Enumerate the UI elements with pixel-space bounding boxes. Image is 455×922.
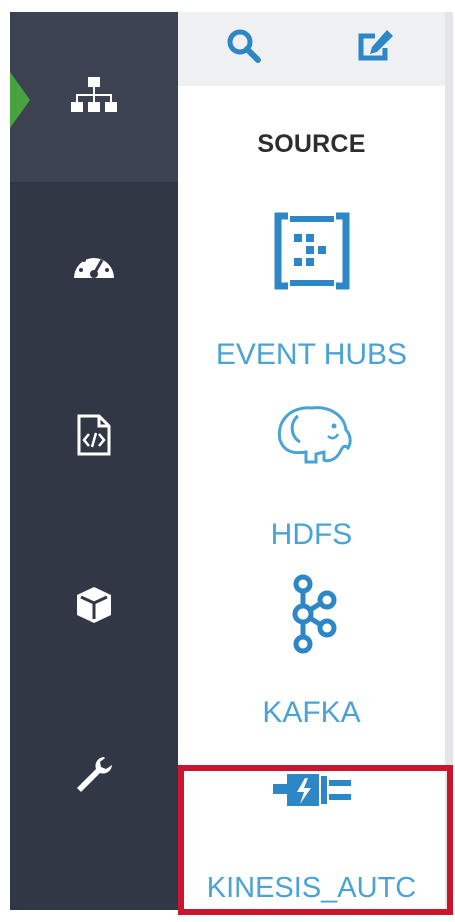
search-icon — [226, 28, 262, 69]
hadoop-elephant-icon — [178, 400, 445, 470]
source-item-event-hubs[interactable]: EVENT HUBS — [178, 202, 445, 372]
source-label: KAFKA — [262, 696, 361, 729]
source-label: EVENT HUBS — [215, 338, 408, 371]
source-label: HDFS — [270, 518, 353, 551]
nav-item-settings[interactable] — [10, 692, 178, 862]
nav-item-code[interactable] — [10, 352, 178, 522]
panel-scrollbar[interactable] — [445, 12, 453, 910]
nav-item-topology[interactable] — [10, 12, 178, 182]
sitemap-icon — [71, 75, 117, 120]
plug-icon — [178, 770, 445, 812]
source-panel: SOURCE EVENT HUBS HDFS KAFKA KINESIS_AUT… — [178, 12, 445, 910]
app-window: SOURCE EVENT HUBS HDFS KAFKA KINESIS_AUT… — [0, 0, 455, 922]
panel-toolbar — [178, 12, 445, 86]
panel-title: SOURCE — [257, 130, 366, 158]
search-button[interactable] — [222, 26, 266, 70]
code-file-icon — [77, 414, 111, 461]
active-item-marker — [10, 72, 30, 128]
kafka-icon — [178, 574, 445, 654]
source-item-hdfs[interactable]: HDFS — [178, 392, 445, 562]
cube-icon — [74, 585, 114, 630]
event-hubs-icon — [178, 212, 445, 290]
wrench-icon — [74, 755, 114, 800]
source-item-kinesis[interactable]: KINESIS_AUTC — [178, 770, 445, 910]
source-item-kafka[interactable]: KAFKA — [178, 570, 445, 740]
nav-item-dashboard[interactable] — [10, 182, 178, 352]
edit-icon — [357, 28, 395, 69]
left-nav-rail — [10, 12, 178, 910]
source-label: KINESIS_AUTC — [206, 872, 417, 904]
edit-button[interactable] — [354, 26, 398, 70]
nav-item-models[interactable] — [10, 522, 178, 692]
dashboard-gauge-icon — [72, 248, 116, 287]
